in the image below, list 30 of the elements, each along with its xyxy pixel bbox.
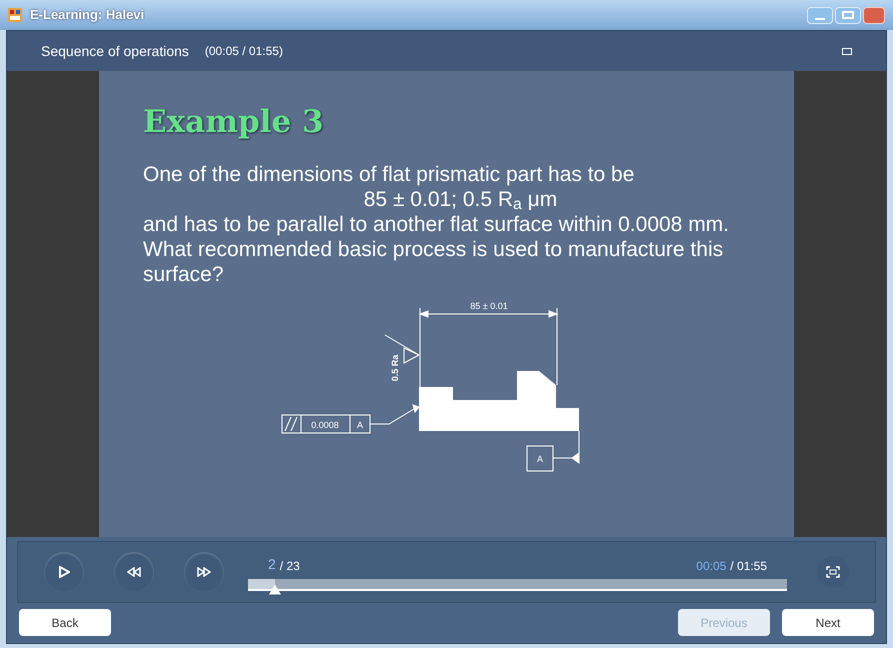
total-time: / 01:55 — [730, 558, 767, 574]
section-title: Sequence of operations — [41, 42, 189, 61]
fast-forward-button[interactable] — [184, 552, 224, 592]
rewind-icon — [127, 567, 141, 577]
fullscreen-button[interactable] — [817, 556, 849, 588]
section-time: (00:05 / 01:55) — [204, 43, 283, 60]
nav-button[interactable]: Next — [782, 609, 874, 636]
fast-forward-icon — [197, 567, 211, 577]
restore-button[interactable] — [842, 48, 852, 54]
question-text: One of the dimensions of flat prismatic part has to be — [143, 162, 636, 186]
dimension-label: 85 ± 0.01 — [470, 300, 508, 310]
play-icon — [58, 566, 70, 578]
fullscreen-icon — [826, 566, 840, 578]
rewind-button[interactable] — [114, 552, 154, 592]
tolerance-value: 0.0008 — [310, 420, 338, 430]
window-title: E-Learning: Halevi — [30, 6, 144, 24]
slide-number: 2 — [268, 554, 276, 574]
roughness-label: 0.5 Ra — [390, 354, 400, 381]
question-text: What recommended basic process is used to manufacture this surface? — [143, 236, 724, 286]
datum-reference: A — [356, 420, 362, 430]
slide-title: Example 3 — [143, 103, 325, 142]
app-icon — [8, 8, 22, 22]
nav-button[interactable]: Back — [19, 609, 111, 636]
current-time: 00:05 — [696, 558, 726, 574]
play-button[interactable] — [44, 552, 84, 592]
datum-label: A — [536, 454, 542, 464]
question-text: and has to be parallel to another flat surface within 0.0008 mm. — [143, 212, 730, 236]
close-button[interactable] — [863, 6, 885, 24]
slide-total: / 23 — [280, 558, 300, 574]
equation-text: 85 ± 0.01; 0.5 R$_{a}$ μm — [362, 186, 558, 212]
